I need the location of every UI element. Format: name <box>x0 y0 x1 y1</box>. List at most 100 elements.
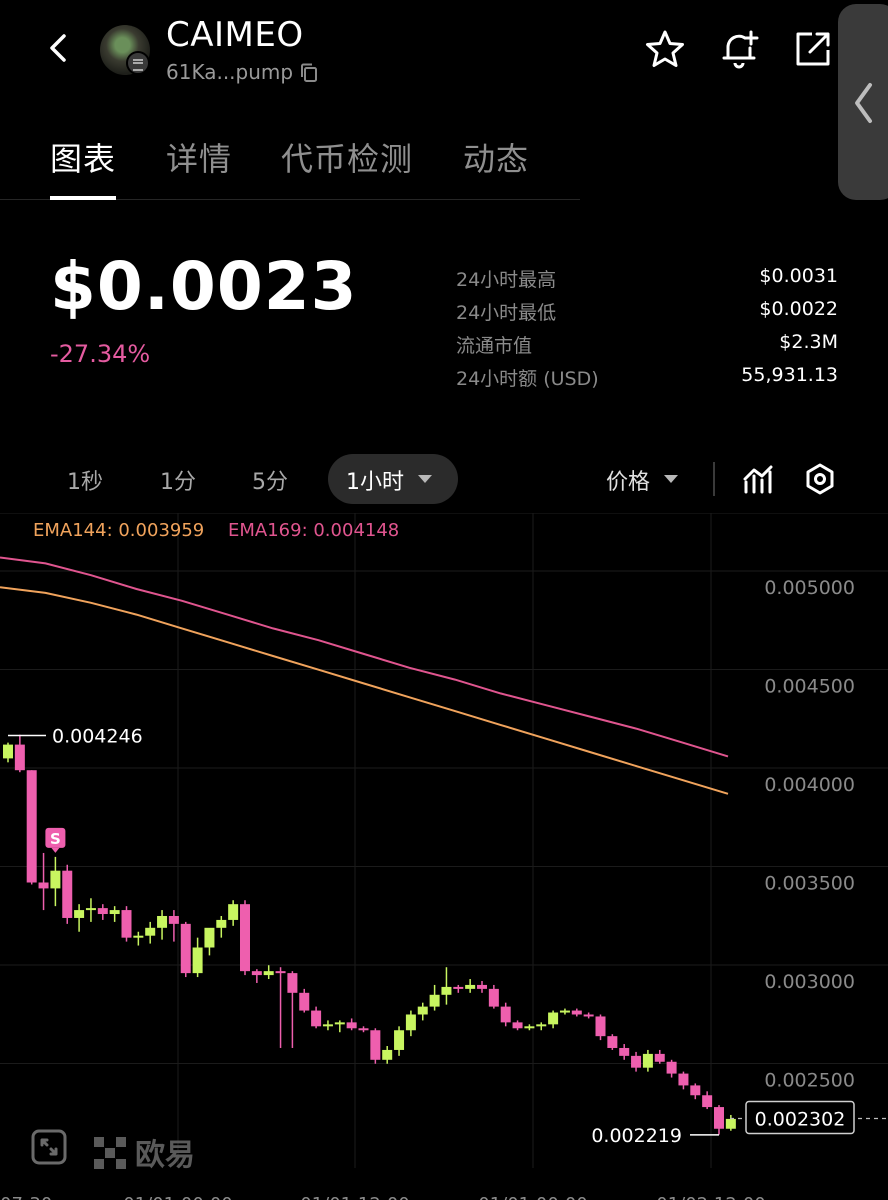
candle-body <box>192 947 203 974</box>
tab-chart[interactable]: 图表 <box>50 134 116 180</box>
price-type-select[interactable]: 价格 <box>606 464 650 496</box>
high-price-label: 0.004246 <box>52 726 143 748</box>
candle-body <box>714 1107 724 1129</box>
candle-body <box>62 870 73 918</box>
candle-body <box>14 744 25 771</box>
candle-body <box>524 1026 535 1029</box>
candle-body <box>3 744 13 759</box>
ema144-legend: EMA144: 0.003959 <box>33 520 205 541</box>
candle-body <box>240 904 250 972</box>
candle-body <box>512 1022 523 1029</box>
candle-body <box>394 1030 405 1050</box>
candle-body <box>133 935 144 938</box>
candle-body <box>109 910 120 915</box>
candle-body <box>702 1095 713 1108</box>
x-tick-label: 01/01 12:00 <box>300 1194 409 1200</box>
candle-body <box>453 986 464 989</box>
candle-body <box>299 992 310 1011</box>
candle-body <box>97 908 108 915</box>
price-chart[interactable]: 0.005000 0.004500 0.004000 0.003500 0.003000… <box>0 513 888 1200</box>
tab-details[interactable]: 详情 <box>166 134 232 180</box>
candle-body <box>157 915 168 928</box>
candle-body <box>477 984 487 989</box>
star-icon[interactable] <box>644 28 686 70</box>
candle-body <box>465 984 476 989</box>
candle-body <box>204 927 215 948</box>
candle-body <box>725 1118 736 1129</box>
tab-token-check[interactable]: 代币检测 <box>281 134 413 180</box>
candle-body <box>85 908 96 911</box>
candle-body <box>559 1010 570 1013</box>
bell-add-icon[interactable] <box>718 28 760 70</box>
stat-value-low: $0.0022 <box>759 298 838 320</box>
interval-1m[interactable]: 1分 <box>160 464 196 496</box>
candle-body <box>607 1036 618 1048</box>
caret-down-icon <box>664 475 678 483</box>
y-tick-label: 0.004000 <box>764 774 855 796</box>
stat-label-mcap: 流通市值 <box>456 335 533 357</box>
candle-body <box>429 994 440 1007</box>
candle-body <box>346 1022 357 1029</box>
candle-body <box>654 1053 665 1062</box>
candle-body <box>642 1053 653 1068</box>
candle-body <box>263 971 274 976</box>
candle-body <box>500 1006 511 1023</box>
stat-label-low: 24小时最低 <box>456 302 557 324</box>
candle-body <box>536 1024 547 1027</box>
fullscreen-icon[interactable] <box>30 1128 68 1166</box>
candle-body <box>50 870 61 889</box>
toolbar-divider <box>713 462 715 496</box>
header: CAIMEO 61Ka...pump <box>0 0 888 110</box>
okx-logo: 欧易 <box>93 1130 195 1174</box>
sell-marker-label: S <box>50 830 61 848</box>
candle-body <box>417 1006 428 1015</box>
candle-body <box>441 986 452 995</box>
candle-body <box>488 988 499 1007</box>
candle-body <box>666 1061 677 1074</box>
candle-body <box>180 923 191 974</box>
share-external-icon[interactable] <box>792 28 834 70</box>
candle-body <box>678 1073 689 1086</box>
y-tick-label: 0.003500 <box>764 873 855 895</box>
candle-body <box>287 973 298 993</box>
indicator-icon[interactable] <box>742 462 774 496</box>
stat-value-mcap: $2.3M <box>779 331 838 353</box>
candle-body <box>595 1016 606 1037</box>
candle-body <box>405 1014 416 1031</box>
x-tick-label: 01/01 00:00 <box>123 1194 232 1200</box>
caret-down-icon <box>418 475 432 483</box>
back-arrow-icon[interactable] <box>44 30 76 66</box>
stat-label-volume: 24小时额 (USD) <box>456 368 599 390</box>
candle-body <box>228 904 239 920</box>
y-tick-label: 0.003000 <box>764 971 855 993</box>
y-tick-label: 0.005000 <box>764 577 855 599</box>
x-tick-label: 07-30 <box>0 1194 52 1200</box>
low-price-label: 0.002219 <box>591 1125 682 1147</box>
chain-badge-icon <box>126 51 150 75</box>
tab-activity[interactable]: 动态 <box>463 134 529 180</box>
current-price: $0.0023 <box>50 248 358 325</box>
candle-body <box>571 1010 582 1015</box>
candle-body <box>583 1014 594 1017</box>
candle-body <box>382 1049 393 1060</box>
candle-body <box>74 910 85 918</box>
ema144-line <box>0 586 729 795</box>
y-tick-label: 0.004500 <box>764 676 855 698</box>
stat-label-high: 24小时最高 <box>456 269 557 291</box>
x-tick-label: 01/01 00:00 <box>478 1194 587 1200</box>
copy-icon[interactable] <box>300 63 318 83</box>
interval-5m[interactable]: 5分 <box>252 464 288 496</box>
interval-1h[interactable]: 1小时 <box>346 464 404 496</box>
active-tab-indicator <box>50 196 116 200</box>
candle-body <box>145 927 156 936</box>
candle-body <box>38 882 49 889</box>
stat-value-volume: 55,931.13 <box>741 364 838 386</box>
side-drawer-handle[interactable] <box>838 4 888 200</box>
chevron-left-icon <box>855 83 872 123</box>
interval-1s[interactable]: 1秒 <box>67 464 103 496</box>
price-change: -27.34% <box>50 340 151 368</box>
candle-body <box>251 971 262 976</box>
candle-body <box>26 770 37 883</box>
stat-value-high: $0.0031 <box>759 265 838 287</box>
settings-hex-icon[interactable] <box>804 462 836 496</box>
